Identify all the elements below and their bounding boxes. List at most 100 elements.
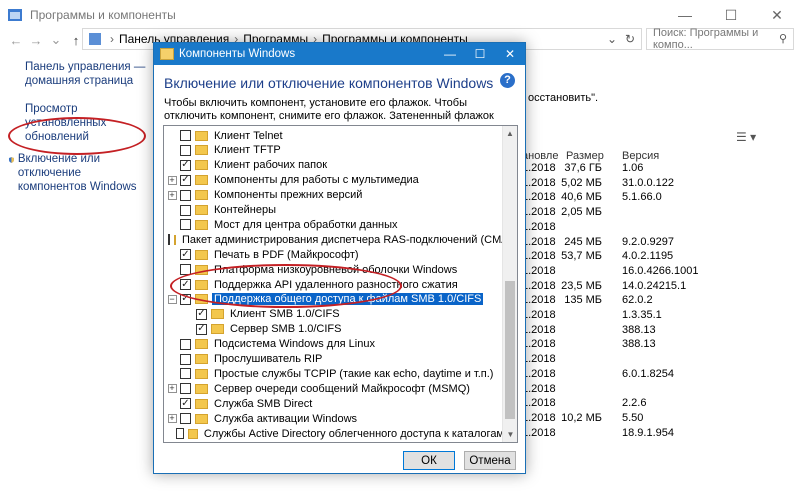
refresh-icon[interactable]: ↻ [625, 32, 635, 46]
feature-item[interactable]: Клиент Telnet [166, 128, 506, 143]
folder-icon [195, 339, 208, 350]
feature-item[interactable]: + Компоненты прежних версий [166, 188, 506, 203]
table-row[interactable]: 1.2018 1.3.35.1 [522, 309, 792, 324]
table-row[interactable]: 1.2018 18.9.1.954 [522, 427, 792, 442]
expand-toggle[interactable]: + [166, 441, 178, 442]
table-row[interactable]: 1.2018 10,2 МБ 5.50 [522, 412, 792, 427]
feature-checkbox[interactable]: ✓ [180, 159, 191, 171]
table-row[interactable]: 1.2018 388.13 [522, 324, 792, 339]
expand-toggle[interactable]: − [166, 292, 178, 307]
table-row[interactable]: 1.2018 5,02 МБ 31.0.0.122 [522, 177, 792, 192]
feature-item[interactable]: + Сервер очереди сообщений Майкрософт (MS… [166, 381, 506, 396]
ok-button[interactable]: ОК [403, 451, 455, 470]
feature-checkbox[interactable] [180, 338, 191, 350]
column-installed-on[interactable]: ановле [522, 150, 558, 162]
table-row[interactable]: 1.2018 2,05 МБ [522, 206, 792, 221]
cell-version: 388.13 [622, 323, 656, 336]
table-row[interactable]: 1.2018 388.13 [522, 338, 792, 353]
feature-item[interactable]: ✓ Клиент рабочих папок [166, 158, 506, 173]
feature-checkbox[interactable]: ✓ [180, 398, 191, 410]
cell-installed-on: 1.2018 [522, 367, 556, 380]
feature-item[interactable]: + ✓ Компоненты для работы с мультимедиа [166, 173, 506, 188]
cell-version: 4.0.2.1195 [622, 250, 674, 263]
feature-checkbox[interactable] [180, 144, 191, 156]
scroll-thumb[interactable] [505, 281, 515, 419]
help-icon[interactable]: ? [500, 73, 515, 88]
table-row[interactable]: 1.2018 [522, 383, 792, 398]
expand-toggle[interactable]: + [166, 381, 178, 396]
feature-item[interactable]: Контейнеры [166, 203, 506, 218]
recent-chevron-icon[interactable]: ⌄ [46, 32, 66, 48]
features-dialog: Компоненты Windows — ☐ ✕ Включение или о… [153, 42, 526, 474]
feature-checkbox[interactable]: ✓ [196, 323, 207, 335]
feature-label: Клиент TFTP [214, 144, 281, 157]
table-row[interactable]: 1.2018 23,5 МБ 14.0.24215.1 [522, 280, 792, 295]
feature-item[interactable]: Пакет администрирования диспетчера RAS-п… [166, 232, 517, 247]
close-button[interactable]: ✕ [754, 0, 800, 30]
back-arrow-icon[interactable]: ← [6, 33, 26, 48]
dialog-maximize-button[interactable]: ☐ [465, 43, 495, 65]
feature-checkbox[interactable]: ✓ [180, 174, 191, 186]
maximize-button[interactable]: ☐ [708, 0, 754, 30]
feature-checkbox[interactable]: ✓ [196, 308, 207, 320]
table-row[interactable]: 1.2018 135 МБ 62.0.2 [522, 294, 792, 309]
table-row[interactable]: 1.2018 6.0.1.8254 [522, 368, 792, 383]
expand-toggle[interactable]: + [166, 411, 178, 426]
expand-toggle [166, 203, 178, 218]
search-input[interactable]: Поиск: Программы и компо... ⚲ [646, 27, 794, 51]
table-row[interactable]: 1.2018 37,6 ГБ 1.06 [522, 162, 792, 177]
address-dropdown-icon[interactable]: ⌄ [607, 32, 617, 46]
scroll-down-icon[interactable]: ▼ [503, 427, 517, 442]
feature-item[interactable]: + Служба активации Windows [166, 411, 506, 426]
feature-item[interactable]: ✓ Служба SMB Direct [166, 396, 506, 411]
feature-item[interactable]: + Службы IIS [166, 441, 506, 442]
feature-item[interactable]: Службы Active Directory облегченного дос… [166, 426, 506, 441]
feature-item[interactable]: ✓ Сервер SMB 1.0/CIFS [182, 322, 517, 337]
feature-item[interactable]: ✓ Клиент SMB 1.0/CIFS [182, 307, 517, 322]
expand-toggle[interactable]: + [166, 173, 178, 188]
feature-checkbox[interactable] [180, 219, 191, 231]
minimize-button[interactable]: — [662, 0, 708, 30]
cancel-button[interactable]: Отмена [464, 451, 516, 470]
table-row[interactable]: 1.2018 53,7 МБ 4.0.2.1195 [522, 250, 792, 265]
scroll-up-icon[interactable]: ▲ [503, 126, 517, 141]
programs-window-icon [8, 9, 22, 21]
feature-checkbox[interactable] [180, 204, 191, 216]
feature-item[interactable]: Простые службы TCPIP (такие как echo, da… [166, 366, 506, 381]
table-row[interactable]: 1.2018 245 МБ 9.2.0.9297 [522, 236, 792, 251]
column-size[interactable]: Размер [566, 150, 604, 162]
view-options-icon[interactable]: ☰ ▾ [736, 130, 756, 144]
feature-item[interactable]: ✓ Печать в PDF (Майкрософт) [166, 247, 506, 262]
table-row[interactable]: 1.2018 2.2.6 [522, 397, 792, 412]
feature-item[interactable]: Мост для центра обработки данных [166, 217, 506, 232]
feature-checkbox[interactable] [180, 383, 191, 395]
nav-link-control-panel-home[interactable]: Панель управления — домашняя страница [25, 60, 150, 88]
table-row[interactable]: 1.2018 16.0.4266.1001 [522, 265, 792, 280]
table-row[interactable]: 1.2018 40,6 МБ 5.1.66.0 [522, 191, 792, 206]
feature-item[interactable]: Подсистема Windows для Linux [166, 337, 506, 352]
feature-item[interactable]: Прослушиватель RIP [166, 352, 506, 367]
nav-link-turn-features[interactable]: Включение или отключение компонентов Win… [8, 152, 150, 194]
table-row[interactable]: 1.2018 [522, 221, 792, 236]
expand-icon: + [167, 413, 177, 424]
column-version[interactable]: Версия [622, 150, 659, 162]
feature-checkbox[interactable] [180, 413, 191, 425]
dialog-close-button[interactable]: ✕ [495, 43, 525, 65]
expand-toggle[interactable]: + [166, 188, 178, 203]
dialog-minimize-button[interactable]: — [435, 43, 465, 65]
table-row[interactable]: 1.2018 [522, 353, 792, 368]
feature-item[interactable]: Клиент TFTP [166, 143, 506, 158]
cell-version: 16.0.4266.1001 [622, 264, 699, 277]
forward-arrow-icon[interactable]: → [26, 33, 46, 48]
annotation-ellipse-smb [170, 264, 402, 308]
tree-scrollbar[interactable]: ▲ ▼ [502, 126, 517, 442]
feature-checkbox[interactable] [180, 189, 191, 201]
feature-checkbox[interactable] [176, 428, 185, 439]
feature-checkbox[interactable]: ✓ [180, 249, 191, 261]
feature-checkbox[interactable] [180, 353, 191, 365]
cell-installed-on: 1.2018 [522, 264, 556, 277]
feature-checkbox[interactable] [180, 130, 191, 141]
feature-checkbox[interactable] [168, 234, 170, 246]
folder-icon [195, 160, 208, 171]
feature-checkbox[interactable] [180, 368, 191, 380]
